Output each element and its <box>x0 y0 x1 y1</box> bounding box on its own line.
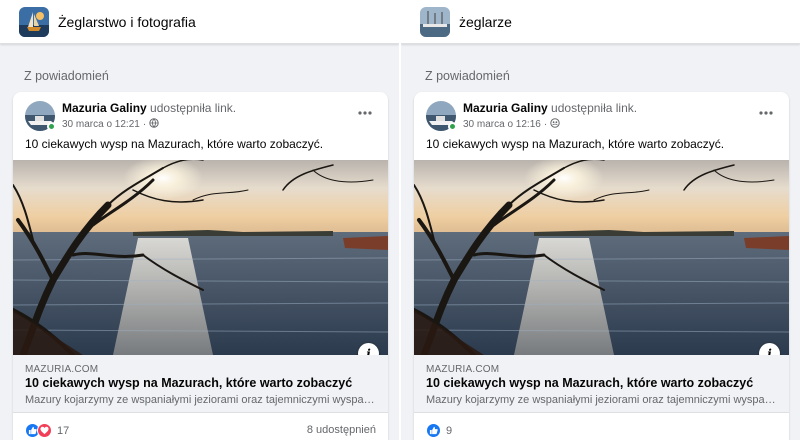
link-description: Mazury kojarzymy ze wspaniałymi jezioram… <box>25 394 378 406</box>
post-text: 10 ciekawych wysp na Mazurach, które war… <box>426 137 725 151</box>
link-image[interactable] <box>414 160 789 355</box>
post-author[interactable]: Mazuria Galiny <box>463 101 548 115</box>
post-card: Mazuria Galiny udostępniła link. 30 marc… <box>414 92 789 440</box>
share-count[interactable]: 8 udostępnień <box>307 424 376 436</box>
more-options-icon[interactable] <box>356 105 374 115</box>
link-title[interactable]: 10 ciekawych wysp na Mazurach, które war… <box>25 376 352 390</box>
link-description: Mazury kojarzymy ze wspaniałymi jezioram… <box>426 394 779 406</box>
feed-column-left: Żeglarstwo i fotografia Z powiadomień Ma… <box>0 0 399 440</box>
harbor-photo-icon[interactable] <box>420 7 450 37</box>
link-preview[interactable]: MAZURIA.COM 10 ciekawych wysp na Mazurac… <box>13 355 388 413</box>
reaction-count: 17 <box>57 424 70 437</box>
feed-column-right: żeglarze Z powiadomień Mazuria Galiny ud… <box>401 0 800 440</box>
reactions-summary[interactable]: 9 <box>426 423 452 438</box>
more-options-icon[interactable] <box>757 105 775 115</box>
post-action: udostępniła link. <box>551 101 638 115</box>
group-icon <box>550 118 560 131</box>
section-label: Z powiadomień <box>24 69 109 83</box>
post-author[interactable]: Mazuria Galiny <box>62 101 147 115</box>
globe-icon <box>149 118 159 131</box>
section-label: Z powiadomień <box>425 69 510 83</box>
love-icon <box>37 423 52 438</box>
reaction-count: 9 <box>446 424 453 437</box>
post-date[interactable]: 30 marca o 12:21 <box>62 119 140 130</box>
sailboat-photo-icon[interactable] <box>19 7 49 37</box>
link-preview[interactable]: MAZURIA.COM 10 ciekawych wysp na Mazurac… <box>414 355 789 413</box>
reactions-summary[interactable]: 17 <box>25 423 69 438</box>
group-header[interactable]: żeglarze <box>401 0 800 44</box>
post-action: udostępniła link. <box>150 101 237 115</box>
post-card: Mazuria Galiny udostępniła link. 30 marc… <box>13 92 388 440</box>
link-title[interactable]: 10 ciekawych wysp na Mazurach, które war… <box>426 376 753 390</box>
like-icon <box>426 423 441 438</box>
link-domain: MAZURIA.COM <box>25 364 99 375</box>
group-header[interactable]: Żeglarstwo i fotografia <box>0 0 399 44</box>
link-domain: MAZURIA.COM <box>426 364 500 375</box>
online-status-dot <box>448 122 457 131</box>
group-name[interactable]: Żeglarstwo i fotografia <box>58 14 196 30</box>
online-status-dot <box>47 122 56 131</box>
post-date[interactable]: 30 marca o 12:16 <box>463 119 541 130</box>
post-text: 10 ciekawych wysp na Mazurach, które war… <box>25 137 324 151</box>
group-name[interactable]: żeglarze <box>459 14 512 30</box>
link-image[interactable] <box>13 160 388 355</box>
